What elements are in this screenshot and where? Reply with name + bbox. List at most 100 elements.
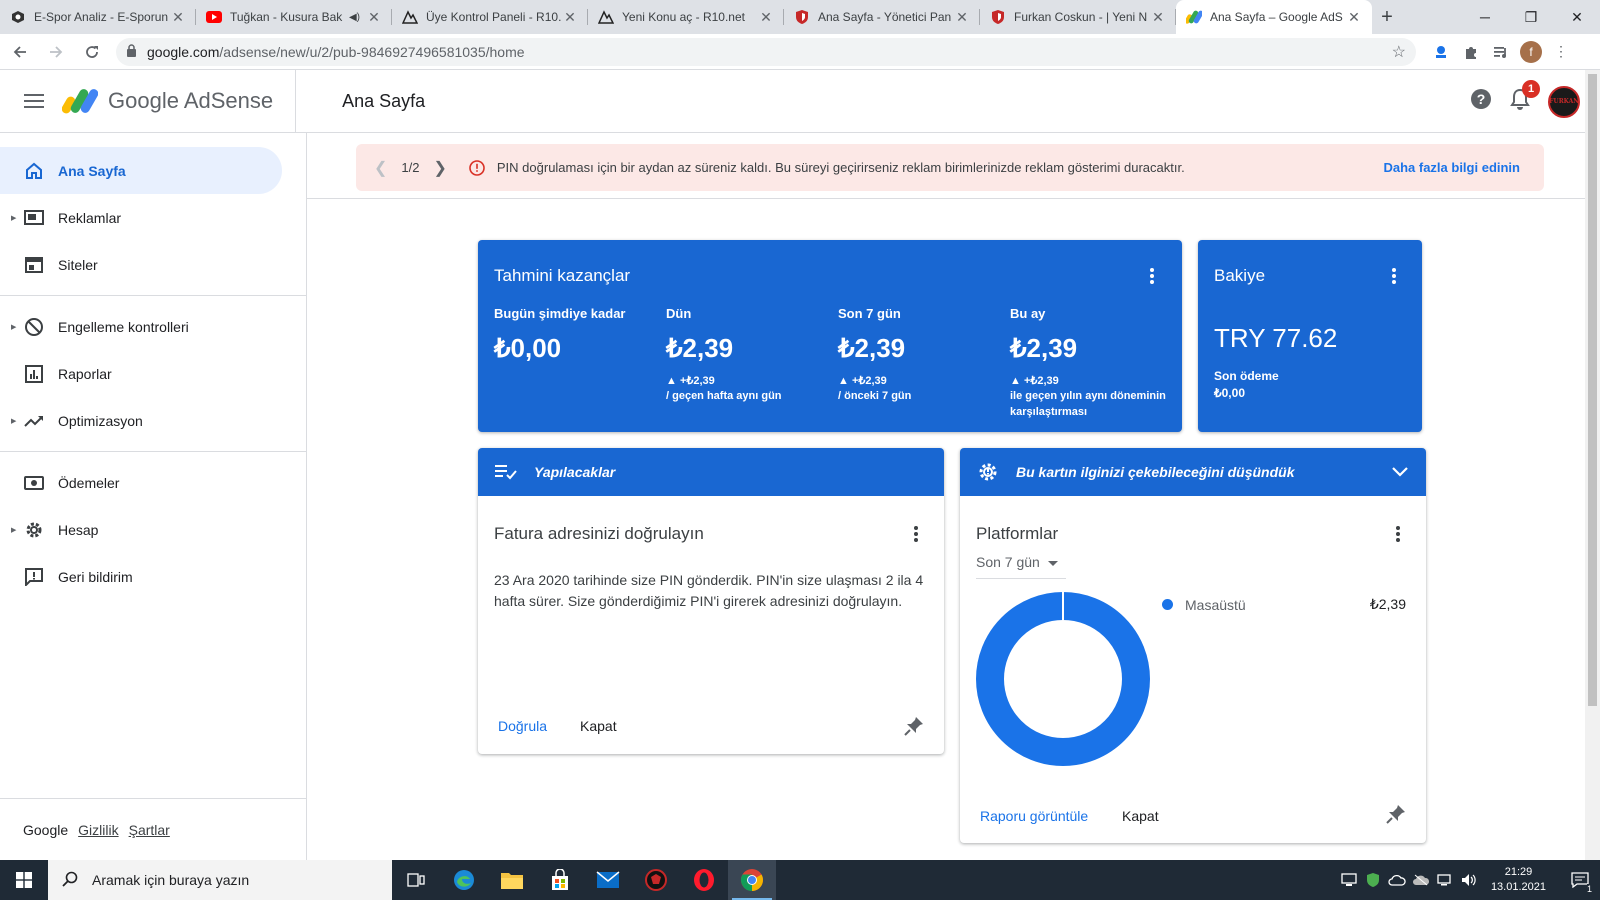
pin-icon[interactable] — [904, 716, 924, 736]
url-host: google.com — [147, 43, 220, 60]
dismiss-button[interactable]: Kapat — [1122, 808, 1159, 824]
chrome-icon[interactable] — [728, 860, 776, 900]
expand-caret-icon[interactable]: ▶ — [11, 214, 16, 222]
volume-icon[interactable] — [1457, 860, 1481, 900]
tab-close-icon[interactable]: ✕ — [1150, 9, 1166, 26]
more-vert-icon[interactable] — [1384, 266, 1404, 286]
display-icon[interactable] — [1433, 860, 1457, 900]
expand-caret-icon[interactable]: ▶ — [11, 323, 16, 331]
adsense-logo[interactable]: Google AdSense — [62, 86, 273, 116]
verify-button[interactable]: Doğrula — [498, 718, 547, 734]
tab-close-icon[interactable]: ✕ — [954, 9, 970, 26]
app-header: Google AdSense Ana Sayfa ? 1 FURKAN — [0, 69, 1600, 133]
back-button[interactable] — [4, 36, 36, 68]
mail-icon[interactable] — [584, 860, 632, 900]
cloud-icon[interactable] — [1385, 860, 1409, 900]
metric-value: ₺2,39 — [838, 333, 906, 363]
windows-start-icon[interactable] — [0, 860, 48, 900]
tab-close-icon[interactable]: ✕ — [1346, 9, 1362, 26]
suggestion-header-label: Bu kartın ilginizi çekebileceğini düşünd… — [1016, 464, 1295, 480]
metric-label: Bugün şimdiye kadar — [494, 306, 626, 321]
sidebar-item-account[interactable]: ▶ Hesap — [0, 506, 306, 553]
tab-close-icon[interactable]: ✕ — [366, 9, 382, 26]
extension-icon[interactable] — [1426, 37, 1456, 67]
suggestion-card-header[interactable]: Bu kartın ilginizi çekebileceğini düşünd… — [960, 448, 1426, 496]
sidebar-item-sites[interactable]: Siteler — [0, 241, 306, 288]
view-report-button[interactable]: Raporu görüntüle — [980, 808, 1088, 824]
address-bar[interactable]: google.com/adsense/new/u/2/pub-984692749… — [116, 37, 1416, 66]
file-explorer-icon[interactable] — [488, 860, 536, 900]
help-icon[interactable]: ? — [1470, 88, 1492, 115]
extensions-puzzle-icon[interactable] — [1456, 37, 1486, 67]
task-view-icon[interactable] — [392, 860, 440, 900]
menu-icon[interactable] — [10, 93, 58, 109]
browser-tab[interactable]: Furkan Coskun - | Yeni N ✕ — [980, 0, 1176, 34]
learn-more-link[interactable]: Daha fazla bilgi edinin — [1383, 160, 1520, 175]
game-app-icon[interactable] — [632, 860, 680, 900]
sidebar-item-home[interactable]: Ana Sayfa — [0, 147, 282, 194]
speaker-icon[interactable]: ◀) — [349, 12, 360, 23]
pin-icon[interactable] — [1386, 804, 1406, 824]
bookmark-star-icon[interactable]: ☆ — [1392, 42, 1406, 62]
chevron-left-icon[interactable]: ❮ — [374, 158, 387, 178]
store-icon[interactable] — [536, 860, 584, 900]
reload-button[interactable] — [76, 36, 108, 68]
todo-header-label: Yapılacaklar — [534, 464, 616, 480]
pin-alert-banner: ❮ 1/2 ❯ PIN doğrulaması için bir aydan a… — [356, 144, 1544, 191]
restore-icon[interactable]: ❐ — [1508, 0, 1554, 34]
sidebar-item-payments[interactable]: Ödemeler — [0, 459, 306, 506]
onedrive-icon[interactable] — [1409, 860, 1433, 900]
browser-tab[interactable]: Yeni Konu aç - R10.net ✕ — [588, 0, 784, 34]
privacy-link[interactable]: Gizlilik — [78, 822, 118, 838]
sidebar-item-feedback[interactable]: Geri bildirim — [0, 553, 306, 600]
edge-icon[interactable] — [440, 860, 488, 900]
metric-delta: ▲ +₺2,39 — [1010, 375, 1059, 387]
notifications-button[interactable]: 1 — [1510, 80, 1540, 115]
avatar[interactable]: FURKAN — [1548, 85, 1580, 118]
browser-tab[interactable]: E-Spor Analiz - E-Sporun ✕ — [0, 0, 196, 34]
minimize-icon[interactable]: ─ — [1462, 0, 1508, 34]
shield-tray-icon[interactable] — [1361, 860, 1385, 900]
monitor-icon[interactable] — [1337, 860, 1361, 900]
opera-icon[interactable] — [680, 860, 728, 900]
dismiss-button[interactable]: Kapat — [580, 718, 617, 734]
sidebar-item-ads[interactable]: ▶ Reklamlar — [0, 194, 306, 241]
expand-caret-icon[interactable]: ▶ — [11, 417, 16, 425]
browser-tab[interactable]: Üye Kontrol Paneli - R10. ✕ — [392, 0, 588, 34]
tab-title: Yeni Konu aç - R10.net — [622, 10, 745, 24]
browser-tab-active[interactable]: Ana Sayfa – Google AdS ✕ — [1176, 0, 1372, 34]
sidebar-item-optimization[interactable]: ▶ Optimizasyon — [0, 397, 306, 444]
date-range-select[interactable]: Son 7 gün — [976, 554, 1066, 579]
system-clock[interactable]: 21:29 13.01.2021 — [1491, 865, 1546, 895]
header-actions: ? 1 FURKAN — [1470, 70, 1600, 133]
page-scrollbar[interactable] — [1585, 70, 1600, 860]
forward-button[interactable] — [40, 36, 72, 68]
close-window-icon[interactable]: ✕ — [1554, 0, 1600, 34]
chevron-down-icon[interactable] — [1392, 464, 1408, 480]
sidebar-item-blocking-controls[interactable]: ▶ Engelleme kontrolleri — [0, 303, 306, 350]
content-divider — [307, 198, 1585, 199]
legend-value: ₺2,39 — [1369, 596, 1406, 612]
chevron-right-icon[interactable]: ❯ — [433, 158, 446, 178]
profile-button[interactable]: f — [1516, 37, 1546, 67]
terms-link[interactable]: Şartlar — [129, 822, 170, 838]
new-tab-button[interactable]: + — [1372, 0, 1402, 34]
sidebar-item-reports[interactable]: Raporlar — [0, 350, 306, 397]
more-vert-icon[interactable] — [1142, 266, 1162, 286]
more-vert-icon[interactable] — [1388, 524, 1408, 544]
taskbar-search[interactable]: Aramak için buraya yazın — [48, 860, 392, 900]
tab-close-icon[interactable]: ✕ — [758, 9, 774, 26]
lock-icon[interactable] — [126, 43, 137, 60]
browser-menu-icon[interactable]: ⋮ — [1546, 37, 1576, 67]
expand-caret-icon[interactable]: ▶ — [11, 526, 16, 534]
tab-close-icon[interactable]: ✕ — [562, 9, 578, 26]
media-queue-icon[interactable] — [1486, 37, 1516, 67]
tab-close-icon[interactable]: ✕ — [170, 9, 186, 26]
more-vert-icon[interactable] — [906, 524, 926, 544]
browser-tab[interactable]: Tuğkan - Kusura Bak ◀) ✕ — [196, 0, 392, 34]
action-center-icon[interactable]: 1 — [1560, 860, 1600, 900]
url-path: /adsense/new/u/2/pub-9846927496581035/ho… — [219, 43, 525, 60]
balance-value: TRY 77.62 — [1214, 323, 1338, 353]
browser-tab[interactable]: Ana Sayfa - Yönetici Pan ✕ — [784, 0, 980, 34]
scrollbar-thumb[interactable] — [1588, 74, 1597, 706]
